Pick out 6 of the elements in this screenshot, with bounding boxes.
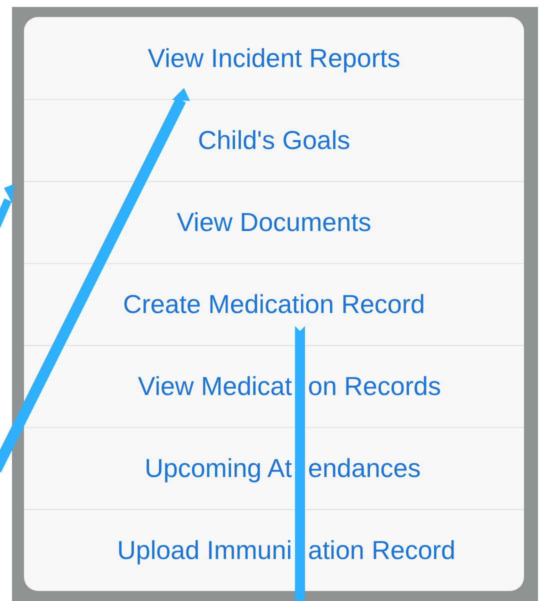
menu-item[interactable]: Upcoming At endances: [24, 427, 524, 509]
menu-item[interactable]: Upload Immuni ation Record: [24, 509, 524, 591]
menu-item[interactable]: Child's Goals: [24, 99, 524, 181]
menu-item[interactable]: View Medicat on Records: [24, 345, 524, 427]
menu-item[interactable]: View Incident Reports: [24, 17, 524, 99]
menu-item[interactable]: View Documents: [24, 181, 524, 263]
